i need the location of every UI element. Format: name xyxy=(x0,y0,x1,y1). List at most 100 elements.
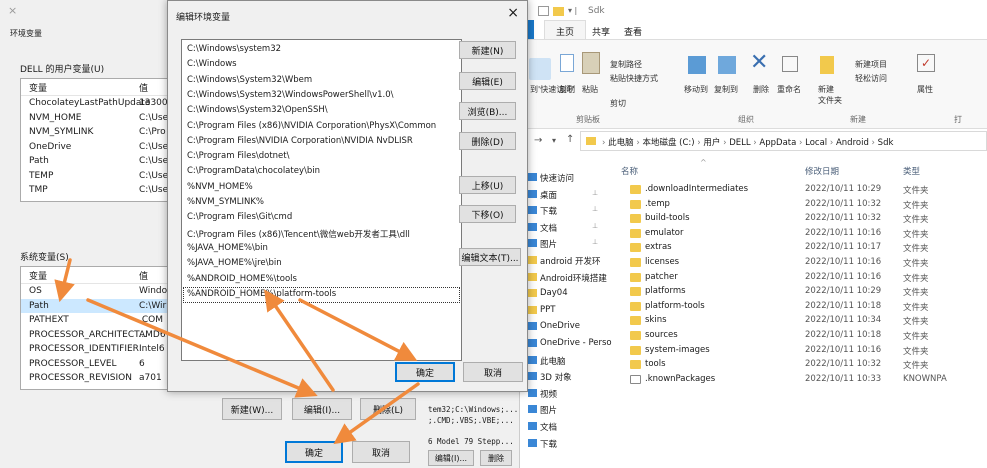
column-type[interactable]: 类型 xyxy=(903,165,920,177)
user-vars-grid[interactable]: 变量值 ChocolateyLastPathUpdate 13300 NVM_HOM… xyxy=(20,78,168,202)
system-vars-grid[interactable]: 变量 值 OS Windo Path C:\Wir PATHEXT .COM PROCESSO… xyxy=(20,266,168,390)
table-row[interactable]: PATHEXT .COM xyxy=(21,313,167,328)
table-row[interactable]: OneDrive C:\Use xyxy=(21,140,167,155)
col-val[interactable]: 值 xyxy=(139,81,148,94)
breadcrumb-item[interactable]: 本地磁盘 (C:) xyxy=(642,138,694,148)
nav-item[interactable]: 快速访问 xyxy=(540,172,574,184)
path-item[interactable]: C:\Program Files\NVIDIA Corporation\NVID… xyxy=(187,136,413,146)
table-row[interactable]: NVM_SYMLINK C:\Pro xyxy=(21,125,167,140)
browse-button[interactable]: 浏览(B)... xyxy=(459,102,516,120)
file-name[interactable]: .temp xyxy=(645,199,670,209)
tab-view[interactable]: 查看 xyxy=(624,25,642,38)
pin-icon[interactable]: ⊥ xyxy=(592,189,598,197)
pin-icon[interactable]: ⊥ xyxy=(592,222,598,230)
table-row[interactable]: OS Windo xyxy=(21,284,167,299)
breadcrumb-item[interactable]: AppData xyxy=(759,138,796,148)
nav-item[interactable]: PPT xyxy=(540,305,555,315)
path-item[interactable]: C:\ProgramData\chocolatey\bin xyxy=(187,166,320,176)
close-icon[interactable]: × xyxy=(8,4,17,17)
pin-icon[interactable]: ⊥ xyxy=(592,205,598,213)
table-row[interactable]: PROCESSOR_LEVEL 6 xyxy=(21,357,167,372)
nav-item[interactable]: 文档 xyxy=(540,421,557,433)
rename-icon[interactable] xyxy=(782,56,798,72)
breadcrumb-item[interactable]: Sdk xyxy=(878,138,894,148)
tab-home[interactable]: 主页 xyxy=(556,25,574,38)
close-icon[interactable]: × xyxy=(507,5,519,21)
table-row[interactable]: PROCESSOR_IDENTIFIER Intel6 xyxy=(21,342,167,357)
file-name[interactable]: platforms xyxy=(645,286,686,296)
table-row[interactable]: PROCESSOR_REVISION a701 xyxy=(21,371,167,386)
nav-item[interactable]: 下载 xyxy=(540,205,557,217)
copy-to-icon[interactable] xyxy=(718,56,736,74)
file-name[interactable]: licenses xyxy=(645,257,679,267)
nav-item[interactable]: 图片 xyxy=(540,404,557,416)
path-item[interactable]: %ANDROID_HOME%\tools xyxy=(187,274,297,284)
env-cancel-button[interactable]: 取消 xyxy=(352,441,410,463)
copy-icon[interactable] xyxy=(560,54,574,72)
breadcrumb-item[interactable]: Local xyxy=(805,138,827,148)
file-name[interactable]: sources xyxy=(645,330,678,340)
file-name[interactable]: system-images xyxy=(645,345,710,355)
file-name[interactable]: build-tools xyxy=(645,213,690,223)
pin-icon[interactable] xyxy=(529,58,551,80)
file-name[interactable]: .downloadIntermediates xyxy=(645,184,748,194)
path-item[interactable]: C:\Program Files (x86)\Tencent\微信web开发者工… xyxy=(187,228,410,240)
move-down-button[interactable]: 下移(O) xyxy=(459,205,516,223)
env-ok-button[interactable]: 确定 xyxy=(285,441,343,463)
path-item[interactable]: C:\Program Files (x86)\NVIDIA Corporatio… xyxy=(187,121,436,131)
nav-item[interactable]: 图片 xyxy=(540,238,557,250)
path-item[interactable]: C:\Windows\System32\Wbem xyxy=(187,75,312,85)
edit-cancel-button[interactable]: 取消 xyxy=(463,362,523,382)
nav-item[interactable]: Day04 xyxy=(540,288,568,298)
delete-icon[interactable]: ✕ xyxy=(750,52,768,74)
path-item[interactable]: C:\Windows\System32\WindowsPowerShell\v1… xyxy=(187,90,394,100)
table-row[interactable]: ChocolateyLastPathUpdate 13300 xyxy=(21,96,167,111)
path-item[interactable]: C:\Windows\system32 xyxy=(187,44,281,54)
breadcrumb-item[interactable]: Android xyxy=(836,138,869,148)
table-row[interactable]: NVM_HOME C:\Use xyxy=(21,111,167,126)
pin-icon[interactable]: ⊥ xyxy=(592,238,598,246)
table-row[interactable]: TEMP C:\Use xyxy=(21,169,167,184)
path-item[interactable]: %JAVA_HOME%\bin xyxy=(187,243,268,253)
history-dropdown-icon[interactable]: ▾ xyxy=(552,136,556,145)
back-icon[interactable]: → xyxy=(534,135,542,146)
file-name[interactable]: .knownPackages xyxy=(645,374,715,384)
nav-item[interactable]: android 开发环 xyxy=(540,255,600,267)
file-name[interactable]: tools xyxy=(645,359,666,369)
new-folder-icon[interactable] xyxy=(820,56,834,74)
file-name[interactable]: skins xyxy=(645,315,667,325)
file-name[interactable]: extras xyxy=(645,242,672,252)
col-val[interactable]: 值 xyxy=(139,269,148,282)
path-item[interactable]: C:\Program Files\Git\cmd xyxy=(187,212,292,222)
nav-item[interactable]: 3D 对象 xyxy=(540,371,572,383)
sys-new-button[interactable]: 新建(W)... xyxy=(222,398,282,420)
paste-icon[interactable] xyxy=(582,52,600,74)
table-row[interactable]: TMP C:\Use xyxy=(21,183,167,198)
nav-item[interactable]: OneDrive - Perso xyxy=(540,338,612,348)
col-var[interactable]: 变量 xyxy=(29,269,47,282)
edit-ok-button[interactable]: 确定 xyxy=(395,362,455,382)
cut-button[interactable]: 剪切 xyxy=(610,98,626,109)
file-name[interactable]: patcher xyxy=(645,272,678,282)
file-name[interactable]: platform-tools xyxy=(645,301,705,311)
path-item[interactable]: C:\Program Files\dotnet\ xyxy=(187,151,290,161)
path-item[interactable]: C:\Windows\System32\OpenSSH\ xyxy=(187,105,328,115)
up-icon[interactable]: ↑ xyxy=(566,134,574,145)
path-item[interactable]: C:\Windows xyxy=(187,59,237,69)
new-path-button[interactable]: 新建(N) xyxy=(459,41,516,59)
table-row[interactable]: Path C:\Use xyxy=(21,154,167,169)
paste-shortcut-button[interactable]: 粘贴快捷方式 xyxy=(610,73,658,84)
column-date[interactable]: 修改日期 xyxy=(805,165,839,177)
nav-item[interactable]: Android环境搭建 xyxy=(540,272,607,284)
easy-access-button[interactable]: 轻松访问 xyxy=(855,73,887,84)
breadcrumb-item[interactable]: 此电脑 xyxy=(608,138,634,148)
breadcrumb-item[interactable]: 用户 xyxy=(703,138,720,148)
path-item[interactable]: %NVM_SYMLINK% xyxy=(187,197,264,207)
path-item[interactable]: %ANDROID_HOME%\platform-tools xyxy=(187,289,336,299)
path-list[interactable]: C:\Windows\system32 C:\Windows C:\Windows\… xyxy=(181,39,462,361)
table-row[interactable]: PROCESSOR_ARCHITECT... AMD6 xyxy=(21,328,167,343)
breadcrumb-item[interactable]: DELL xyxy=(729,138,750,148)
sys-edit-button[interactable]: 编辑(I)... xyxy=(292,398,352,420)
path-item[interactable]: %NVM_HOME% xyxy=(187,182,253,192)
tab-share[interactable]: 共享 xyxy=(592,25,610,38)
